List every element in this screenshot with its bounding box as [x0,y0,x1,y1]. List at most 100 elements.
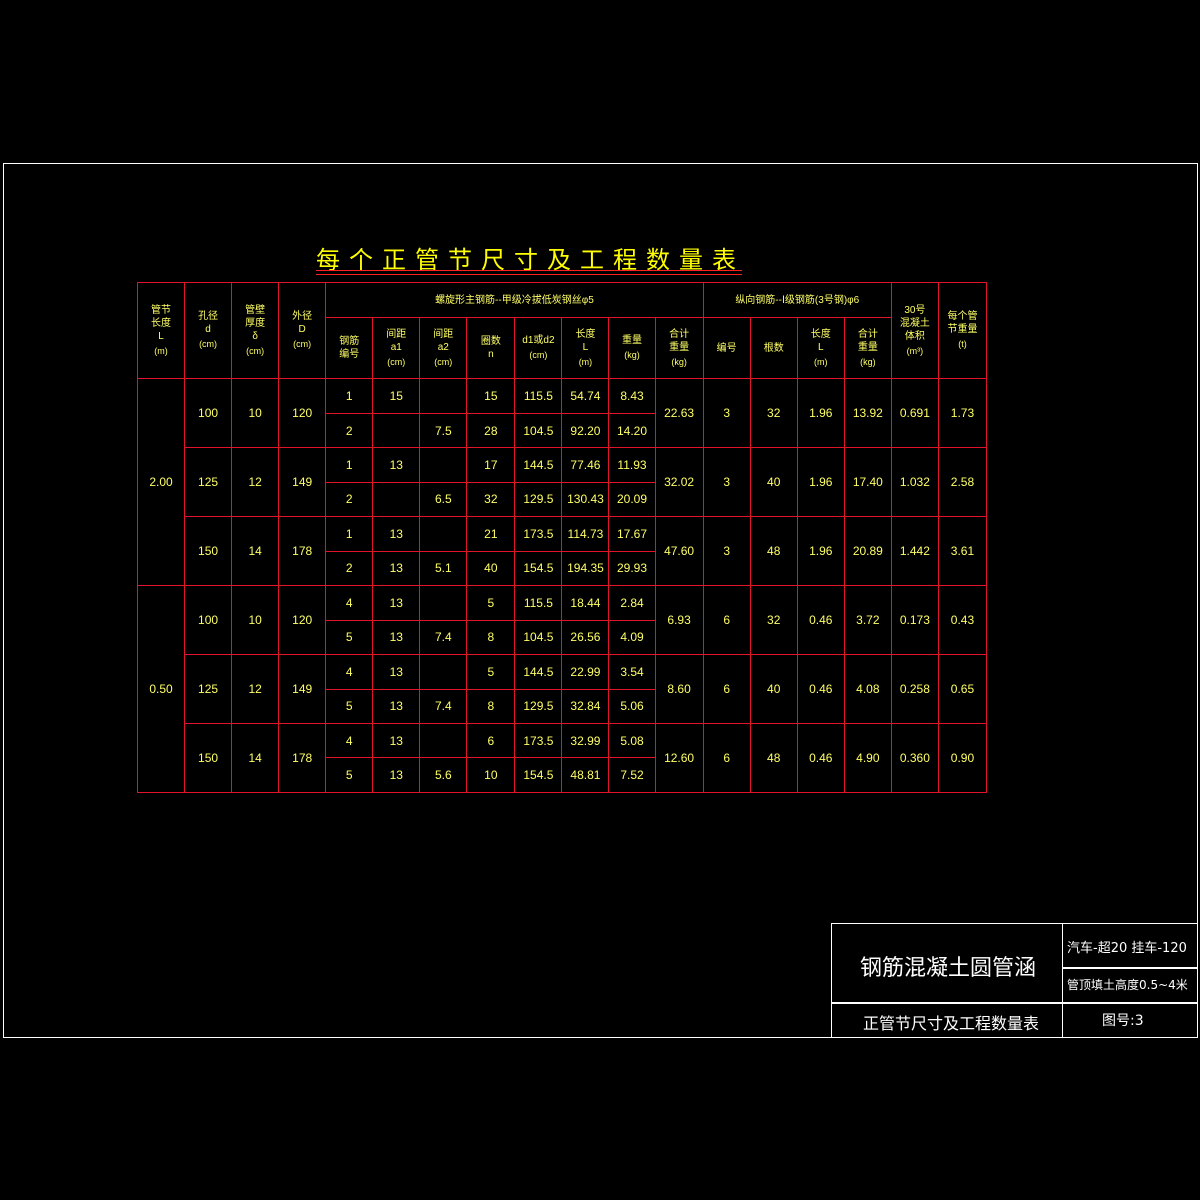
cell-total-weight: 32.02 [654,447,704,518]
header-wall: 管壁 厚度 δ (cm) [231,281,280,380]
cell-spiral-no: 5 [325,688,374,725]
cell-d1d2: 104.5 [514,412,563,449]
cell-total-weight: 12.60 [654,723,704,793]
cell-spiral-no: 2 [325,550,374,587]
cell-length-L: 48.81 [561,757,610,793]
cell-spacing1: 13 [372,722,421,759]
cell-each-weight: 1.73 [937,378,988,449]
cell-turns: 10 [466,757,516,793]
cell-spacing1 [372,412,421,449]
cell-outer: 178 [278,516,327,587]
cell-bore: 150 [184,723,233,793]
cell-bore: 100 [184,585,233,656]
cell-spacing1: 13 [372,550,421,587]
cell-outer: 149 [278,447,327,518]
cell-weight: 4.09 [608,619,656,656]
cell-bore: 150 [184,516,233,587]
cell-d1d2: 115.5 [514,585,563,621]
header-d1d2: d1或d2 (cm) [514,317,563,380]
header-bore: 孔径 d (cm) [184,281,233,380]
cell-length-L: 22.99 [561,654,610,690]
cell-wall: 12 [231,447,280,518]
fill-height: 管顶填土高度0.5~4米 [1067,978,1188,992]
cell-weight: 8.43 [608,378,656,414]
cell-weight: 17.67 [608,516,656,552]
cell-long-no: 3 [702,516,751,587]
cell-each-weight: 3.61 [937,516,988,587]
cell-length: 2.00 [136,378,186,587]
table-row: 0.50 100 10 120 4 13 5 115.5 18.44 2.84 6.93 6 32 0.4… [136,585,988,793]
cell-weight: 20.09 [608,481,656,518]
cell-spacing1: 13 [372,688,421,725]
cell-spiral-no: 1 [325,378,374,414]
cell-spacing2 [419,378,468,414]
header-spiral-group: 螺旋形主钢筋--甲级冷拔低炭钢丝φ5 [325,281,704,319]
cell-length-L: 32.84 [561,688,610,725]
cell-wall: 12 [231,654,280,724]
cell-turns: 17 [466,447,516,483]
cell-spacing2 [419,585,468,621]
cell-length-L: 194.35 [561,550,610,587]
cell-bore: 125 [184,447,233,518]
header-long-group: 纵向钢筋--Ⅰ级钢筋(3号钢)φ6 [702,281,892,319]
cell-spacing1: 13 [372,585,421,621]
table-row: 125 12 149 4 13 5 144.5 22.99 3.54 8.60 6 40 0.46 4.0… [138,654,988,724]
cell-wall: 14 [231,723,280,793]
cell-turns: 21 [466,516,516,552]
cell-spacing2 [419,516,468,552]
cell-d1d2: 129.5 [514,688,563,725]
cell-concrete: 0.258 [890,654,939,724]
cell-outer: 149 [278,654,327,724]
cell-weight: 29.93 [608,550,656,587]
table-row: 125 12 149 1 13 17 144.5 77.46 11.93 32.02 3 40 1.96… [138,447,988,518]
header-outer: 外径 D (cm) [278,281,327,380]
cell-length-L: 130.43 [561,481,610,518]
cell-spiral-no: 4 [325,585,374,621]
header-length: 管节 长度 L (m) [136,281,186,380]
cell-length-L: 92.20 [561,412,610,449]
cell-concrete: 0.360 [890,723,939,793]
cell-spacing1: 13 [372,757,421,793]
table-row: 2.00 100 10 120 1 15 15 115.5 54.74 8.43 22.63 3 32 1… [136,378,988,587]
cell-long-length: 1.96 [796,378,845,449]
cell-spiral-no: 5 [325,619,374,656]
cell-long-total: 20.89 [843,516,892,587]
cell-spiral-no: 2 [325,412,374,449]
cell-turns: 28 [466,412,516,449]
cell-weight: 3.54 [608,654,656,690]
cell-d1d2: 154.5 [514,757,563,793]
cell-length: 0.50 [136,585,186,793]
header-spiral-no: 钢筋 编号 [325,317,374,380]
header-spacing2: 间距 a2 (cm) [419,317,468,380]
cell-concrete: 1.442 [890,516,939,587]
cell-spacing2: 7.5 [419,412,468,449]
cell-turns: 8 [466,619,516,656]
cell-spacing1: 13 [372,619,421,656]
cell-turns: 5 [466,654,516,690]
cell-length-L: 18.44 [561,585,610,621]
title-underline-2 [316,274,742,275]
cell-long-total: 3.72 [843,585,892,656]
cell-wall: 14 [231,516,280,587]
cell-spiral-no: 5 [325,757,374,793]
cell-spiral-no: 1 [325,516,374,552]
table-title: 每个正管节尺寸及工程数量表 [316,246,745,274]
cell-each-weight: 0.43 [937,585,988,656]
cell-total-weight: 6.93 [654,585,704,656]
cell-weight: 7.52 [608,757,656,793]
header-length-L: 长度 L (m) [561,317,610,380]
cell-spiral-no: 4 [325,654,374,690]
cell-each-weight: 0.90 [937,723,988,793]
cell-long-no: 6 [702,585,751,656]
cell-concrete: 0.173 [890,585,939,656]
cell-spacing2 [419,654,468,690]
cell-spiral-no: 4 [325,722,374,759]
cell-total-weight: 22.63 [654,378,704,449]
project-name: 钢筋混凝土圆管涵 [860,956,1037,981]
cell-d1d2: 173.5 [514,722,563,759]
cell-d1d2: 173.5 [514,516,563,552]
cell-length-L: 26.56 [561,619,610,656]
title-underline [316,270,742,271]
cell-long-total: 4.90 [843,723,892,793]
cell-long-length: 0.46 [796,654,845,724]
